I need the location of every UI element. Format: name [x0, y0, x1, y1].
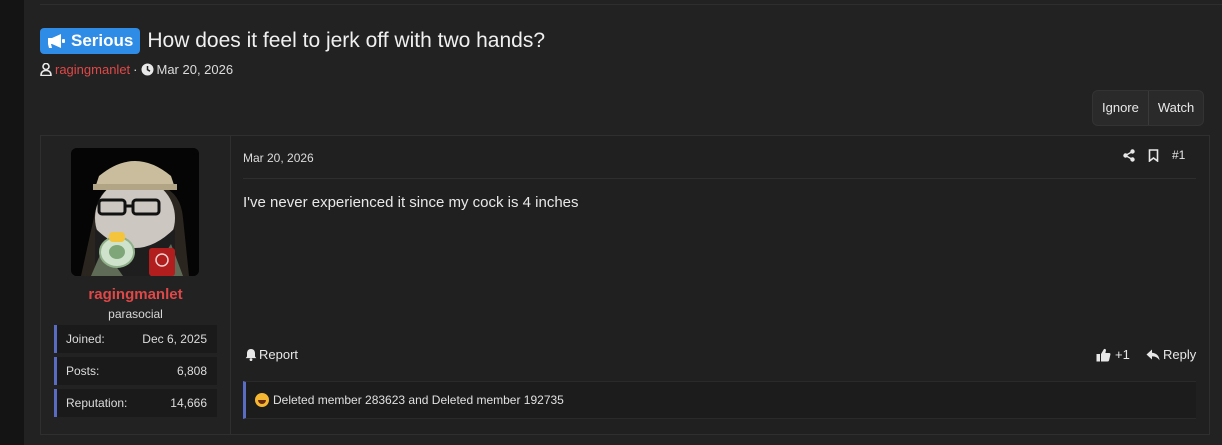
megaphone-icon: [48, 34, 65, 48]
post-number-link[interactable]: #1: [1172, 148, 1185, 162]
bookmark-icon[interactable]: [1148, 148, 1159, 162]
reply-button[interactable]: Reply: [1146, 347, 1196, 362]
divider: [243, 178, 1196, 179]
thread-title-row: Serious How does it feel to jerk off wit…: [40, 28, 545, 54]
avatar-image: [71, 148, 199, 276]
thumbs-up-icon: [1096, 348, 1111, 361]
stat-value: 6,808: [176, 364, 207, 378]
post-body: I've never experienced it since my cock …: [243, 194, 579, 211]
user-stat-reputation: Reputation: 14,666: [54, 389, 217, 417]
like-button[interactable]: +1: [1096, 347, 1130, 362]
report-label: Report: [259, 347, 299, 362]
bell-icon: [245, 349, 257, 361]
stat-label: Reputation:: [66, 396, 128, 410]
thread-date[interactable]: Mar 20, 2026: [157, 62, 234, 77]
stat-value: 14,666: [170, 396, 207, 410]
user-stat-joined: Joined: Dec 6, 2025: [54, 325, 217, 353]
left-edge: [0, 0, 24, 445]
stat-label: Posts:: [66, 364, 100, 378]
reply-icon: [1146, 349, 1160, 360]
post-message: ragingmanlet parasocial Joined: Dec 6, 2…: [40, 135, 1210, 435]
user-stat-posts: Posts: 6,808: [54, 357, 217, 385]
thread-page: Serious How does it feel to jerk off wit…: [24, 0, 1222, 445]
clock-icon: [141, 63, 153, 76]
prefix-label: Serious: [71, 31, 134, 50]
post-user-column: ragingmanlet parasocial Joined: Dec 6, 2…: [41, 136, 231, 434]
meta-separator: ·: [133, 62, 138, 77]
report-button[interactable]: Report: [245, 347, 298, 362]
thread-meta: ragingmanlet · Mar 20, 2026: [40, 62, 233, 77]
user-title: parasocial: [108, 307, 163, 321]
stat-label: Joined:: [66, 332, 105, 346]
post-date[interactable]: Mar 20, 2026: [243, 151, 314, 165]
reactions-bar[interactable]: Deleted member 283623 and Deleted member…: [243, 381, 1196, 419]
thread-action-buttons: Ignore Watch: [1092, 90, 1205, 126]
ignore-button[interactable]: Ignore: [1093, 91, 1148, 125]
post-username[interactable]: ragingmanlet: [41, 286, 230, 303]
page-title: How does it feel to jerk off with two ha…: [147, 29, 546, 52]
thread-prefix-badge[interactable]: Serious: [40, 28, 141, 54]
divider: [40, 0, 1222, 5]
reaction-count: +1: [1115, 347, 1130, 362]
share-icon[interactable]: [1123, 148, 1135, 162]
reply-label: Reply: [1163, 347, 1197, 362]
post-header-actions: #1: [1123, 148, 1185, 162]
user-icon: [40, 63, 52, 76]
avatar[interactable]: [71, 148, 199, 276]
reactions-text: Deleted member 283623 and Deleted member…: [273, 393, 564, 407]
watch-button[interactable]: Watch: [1147, 91, 1203, 125]
thread-author-link[interactable]: ragingmanlet: [55, 62, 130, 77]
laughing-emoji-icon: [255, 393, 269, 407]
stat-value: Dec 6, 2025: [142, 332, 207, 346]
